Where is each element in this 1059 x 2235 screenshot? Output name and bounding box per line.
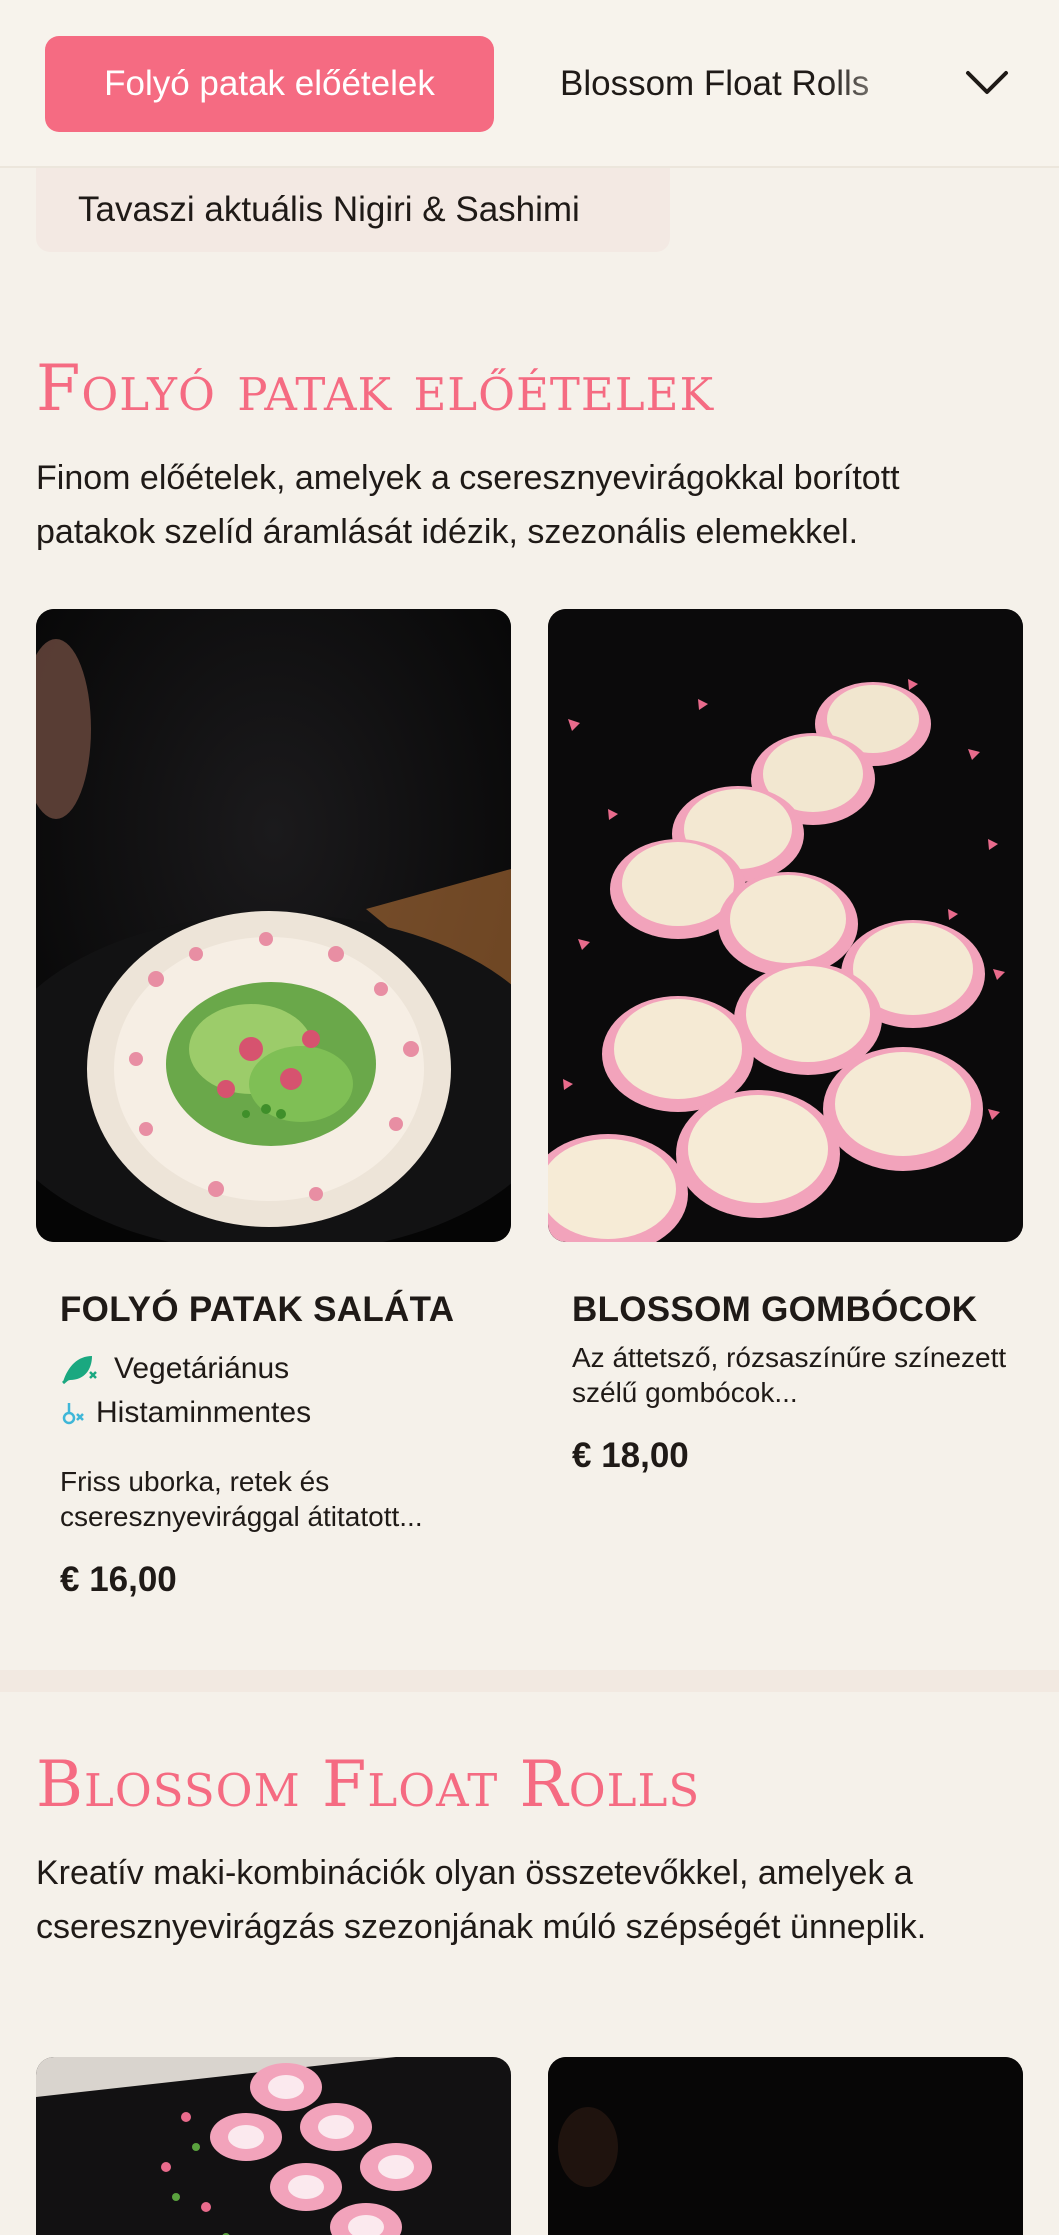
menu-item-salad[interactable]: FOLYÓ PATAK SALÁTA Vegetáriánus Histamin…: [60, 1290, 500, 1600]
section-description: Finom előételek, amelyek a cseresznyevir…: [36, 459, 900, 551]
dumplings-image[interactable]: [548, 609, 1023, 1242]
leaf-icon: [60, 1352, 100, 1386]
category-tab-next[interactable]: Blossom Float Rolls: [560, 36, 940, 132]
item-description: Az áttetsző, rózsaszínűre színezett szél…: [572, 1342, 1007, 1408]
section-title: Blossom Float Rolls: [36, 1748, 701, 1822]
salad-image[interactable]: [36, 609, 511, 1242]
tag-histamine-free: Histaminmentes: [60, 1396, 500, 1430]
item-price: € 16,00: [60, 1560, 177, 1599]
section-title: Folyó patak előételek: [36, 352, 715, 426]
roll-image-2[interactable]: [548, 2057, 1023, 2235]
rolls-image[interactable]: [36, 2057, 511, 2235]
category-tab-active[interactable]: Folyó patak előételek: [45, 36, 494, 132]
chevron-down-icon[interactable]: [957, 58, 1017, 108]
histamine-free-icon: [60, 1400, 86, 1426]
section-description: Kreatív maki-kombinációk olyan összetevő…: [36, 1854, 927, 1946]
item-price: € 18,00: [572, 1436, 689, 1475]
menu-item-dumplings[interactable]: BLOSSOM GOMBÓCOK Az áttetsző, rózsaszínű…: [572, 1290, 1012, 1476]
category-nav: Folyó patak előételek Blossom Float Roll…: [0, 0, 1059, 168]
section-divider: [0, 1670, 1059, 1692]
item-description: Friss uborka, retek és cseresznyevirágga…: [60, 1466, 423, 1532]
tag-label: Histaminmentes: [96, 1396, 312, 1429]
item-name: BLOSSOM GOMBÓCOK: [572, 1290, 978, 1329]
tag-vegetarian: Vegetáriánus: [60, 1352, 500, 1386]
item-name: FOLYÓ PATAK SALÁTA: [60, 1290, 455, 1329]
category-tab-nigiri[interactable]: Tavaszi aktuális Nigiri & Sashimi: [36, 168, 670, 252]
tag-label: Vegetáriánus: [114, 1352, 290, 1385]
